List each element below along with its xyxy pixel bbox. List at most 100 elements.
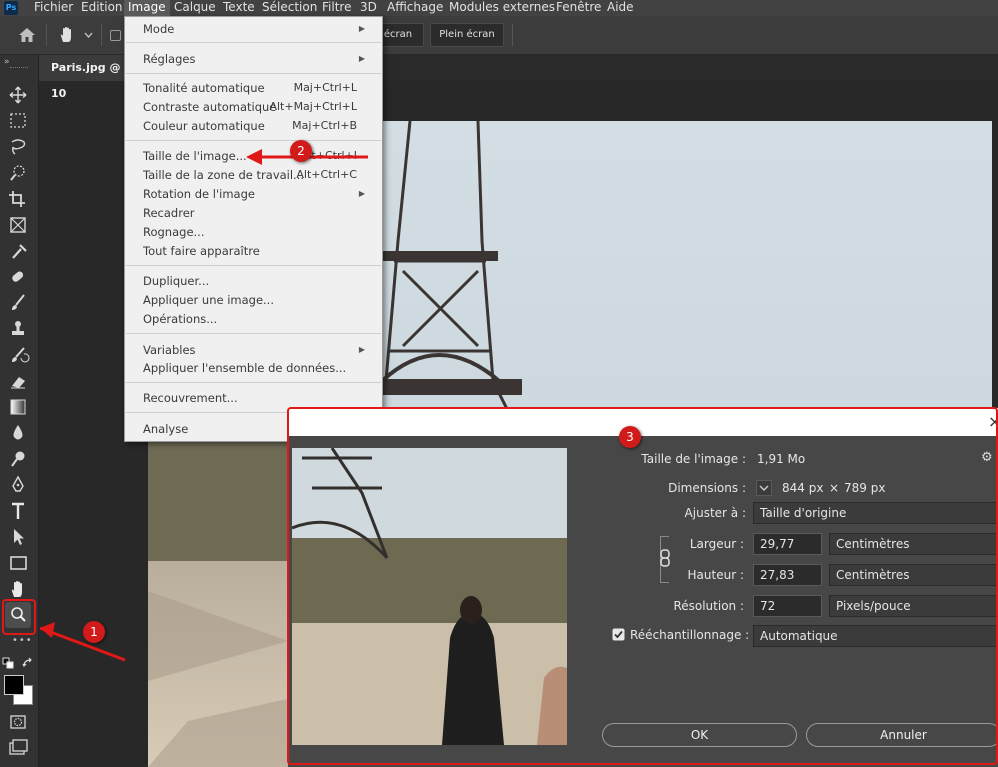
swap-colors-icon[interactable] <box>22 657 34 669</box>
photoshop-logo: Ps <box>4 1 18 15</box>
menu-item-calculations[interactable]: Opérations... <box>143 310 373 328</box>
menu-shortcut: Maj+Ctrl+L <box>293 81 357 94</box>
menu-separator <box>126 140 381 141</box>
move-tool-icon[interactable] <box>4 84 32 106</box>
submenu-arrow-icon: ▶ <box>358 189 365 198</box>
hand-tool-icon[interactable] <box>4 578 32 600</box>
submenu-arrow-icon: ▶ <box>358 24 365 33</box>
grip-handle[interactable] <box>10 67 28 70</box>
menu-item-label: Rognage... <box>143 225 205 239</box>
clone-stamp-icon[interactable] <box>4 318 32 340</box>
marquee-tool-icon[interactable] <box>4 110 32 132</box>
quick-selection-icon[interactable] <box>4 162 32 184</box>
fullscreen-button[interactable]: Plein écran <box>430 23 504 47</box>
blur-tool-icon[interactable] <box>4 422 32 444</box>
menu-item-label: Mode <box>143 22 175 36</box>
menu-item-label: Appliquer une image... <box>143 293 274 307</box>
menu-item-auto-contrast[interactable]: Contraste automatique Alt+Maj+Ctrl+L <box>143 98 373 116</box>
menu-item-label: Couleur automatique <box>143 119 265 133</box>
more-tools-icon[interactable]: ••• <box>12 635 33 646</box>
menu-item-label: Tout faire apparaître <box>143 244 260 258</box>
hand-tool-icon[interactable] <box>58 26 76 44</box>
menu-item-auto-tone[interactable]: Tonalité automatique Maj+Ctrl+L <box>143 79 373 97</box>
menu-separator <box>126 265 381 266</box>
menu-item-label: Analyse <box>143 422 189 436</box>
menu-window[interactable]: Fenêtre <box>556 0 601 16</box>
menu-item-label: Taille de la zone de travail... <box>143 168 305 182</box>
image-menu-dropdown: Mode ▶ Réglages ▶ Tonalité automatique M… <box>124 16 383 442</box>
step-badge-3: 3 <box>619 426 641 448</box>
brush-tool-icon[interactable] <box>4 292 32 314</box>
menu-item-label: Contraste automatique <box>143 100 277 114</box>
crop-tool-icon[interactable] <box>4 188 32 210</box>
type-tool-icon[interactable] <box>4 500 32 522</box>
menu-select[interactable]: Sélection <box>262 0 317 16</box>
menu-item-label: Tonalité automatique <box>143 81 265 95</box>
menu-item-adjustments[interactable]: Réglages ▶ <box>143 50 373 68</box>
menu-item-auto-color[interactable]: Couleur automatique Maj+Ctrl+B <box>143 117 373 135</box>
menu-separator <box>126 382 381 383</box>
tools-panel: » ••• <box>0 55 39 767</box>
menu-shortcut: Alt+Ctrl+C <box>296 168 357 181</box>
menu-item-mode[interactable]: Mode ▶ <box>143 20 373 38</box>
quick-mask-icon[interactable] <box>4 711 32 733</box>
menu-item-label: Recouvrement... <box>143 391 238 405</box>
menu-item-label: Taille de l'image... <box>143 149 247 163</box>
eyedropper-icon[interactable] <box>4 240 32 262</box>
submenu-arrow-icon: ▶ <box>358 345 365 354</box>
default-colors-icon[interactable] <box>2 657 14 669</box>
menu-plugins[interactable]: Modules externes <box>449 0 555 16</box>
menu-item-trim[interactable]: Rognage... <box>143 223 373 241</box>
menu-item-label: Réglages <box>143 52 196 66</box>
menu-item-label: Recadrer <box>143 206 195 220</box>
menu-item-apply-data-set[interactable]: Appliquer l'ensemble de données... <box>143 359 373 377</box>
menu-file[interactable]: Fichier <box>34 0 73 16</box>
dodge-tool-icon[interactable] <box>4 448 32 470</box>
lasso-tool-icon[interactable] <box>4 136 32 158</box>
healing-brush-icon[interactable] <box>4 266 32 288</box>
option-checkbox[interactable] <box>110 30 121 41</box>
highlight-box-zoom <box>2 599 36 635</box>
menu-shortcut: Alt+Maj+Ctrl+L <box>269 100 357 113</box>
menu-edit[interactable]: Edition <box>81 0 123 16</box>
path-selection-icon[interactable] <box>4 526 32 548</box>
menu-type[interactable]: Texte <box>223 0 255 16</box>
document-tab[interactable]: Paris.jpg @ 10 <box>39 55 131 100</box>
history-brush-icon[interactable] <box>4 344 32 366</box>
frame-tool-icon[interactable] <box>4 214 32 236</box>
home-icon[interactable] <box>18 27 36 43</box>
menu-item-label: Opérations... <box>143 312 218 326</box>
pen-tool-icon[interactable] <box>4 474 32 496</box>
chevron-down-icon[interactable] <box>84 32 93 38</box>
menu-item-image-size[interactable]: Taille de l'image... Alt+Ctrl+I <box>143 147 373 165</box>
eraser-tool-icon[interactable] <box>4 370 32 392</box>
menu-item-duplicate[interactable]: Dupliquer... <box>143 272 373 290</box>
menu-item-label: Dupliquer... <box>143 274 210 288</box>
menu-item-canvas-size[interactable]: Taille de la zone de travail... Alt+Ctrl… <box>143 166 373 184</box>
menu-item-label: Appliquer l'ensemble de données... <box>143 361 347 375</box>
divider <box>512 24 513 46</box>
menu-3d[interactable]: 3D <box>360 0 377 16</box>
collapse-icon[interactable]: » <box>4 57 10 67</box>
menu-help[interactable]: Aide <box>607 0 634 16</box>
menu-separator <box>126 42 381 43</box>
menu-item-apply-image[interactable]: Appliquer une image... <box>143 291 373 309</box>
divider <box>101 24 102 46</box>
menu-item-reveal-all[interactable]: Tout faire apparaître <box>143 242 373 260</box>
menu-layer[interactable]: Calque <box>174 0 216 16</box>
menu-image[interactable]: Image <box>124 0 170 16</box>
menu-separator <box>126 73 381 74</box>
gradient-tool-icon[interactable] <box>4 396 32 418</box>
submenu-arrow-icon: ▶ <box>358 54 365 63</box>
menu-item-variables[interactable]: Variables ▶ <box>143 341 373 359</box>
highlight-box-dialog <box>287 407 998 765</box>
menu-item-image-rotation[interactable]: Rotation de l'image ▶ <box>143 185 373 203</box>
rectangle-tool-icon[interactable] <box>4 552 32 574</box>
menu-item-trap[interactable]: Recouvrement... <box>143 389 373 407</box>
menu-item-crop[interactable]: Recadrer <box>143 204 373 222</box>
menu-filter[interactable]: Filtre <box>322 0 351 16</box>
foreground-color-swatch[interactable] <box>4 675 24 695</box>
step-badge-1: 1 <box>83 621 105 643</box>
menu-view[interactable]: Affichage <box>387 0 443 16</box>
screen-mode-icon[interactable] <box>4 737 32 759</box>
